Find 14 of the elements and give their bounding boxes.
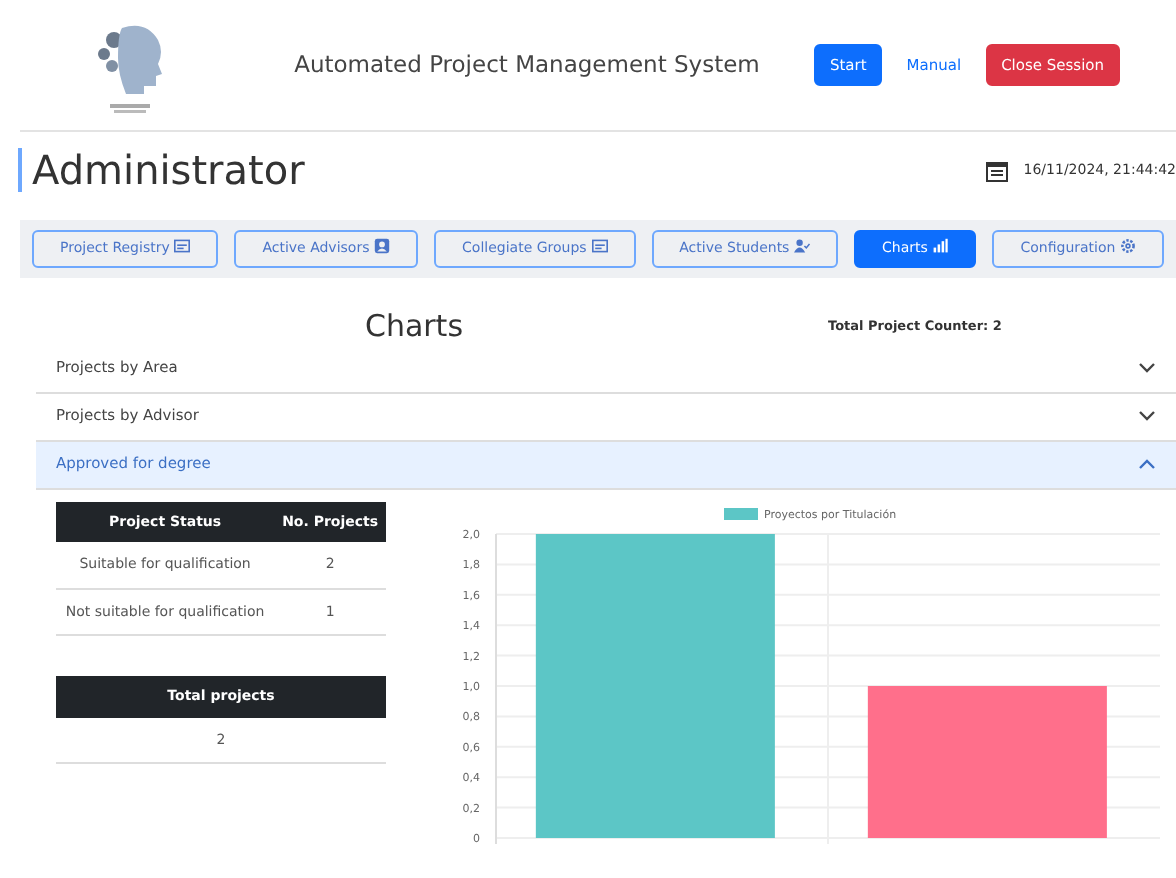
- bar-chart-icon: [932, 238, 949, 254]
- page-title: Administrator: [18, 148, 305, 192]
- settings-icon: [1119, 238, 1136, 254]
- section-title: Charts: [364, 308, 464, 345]
- chevron-icon: [1138, 410, 1156, 422]
- app-title: Automated Project Management System: [292, 47, 762, 82]
- person-icon: [373, 238, 390, 254]
- chevron-icon: [1138, 458, 1156, 470]
- chevron-icon: [1138, 362, 1156, 374]
- card-icon: [591, 238, 608, 254]
- legend-swatch: [724, 507, 758, 519]
- calendar-icon: [985, 159, 1008, 181]
- person-check-icon: [793, 238, 810, 254]
- card-icon: [174, 238, 191, 254]
